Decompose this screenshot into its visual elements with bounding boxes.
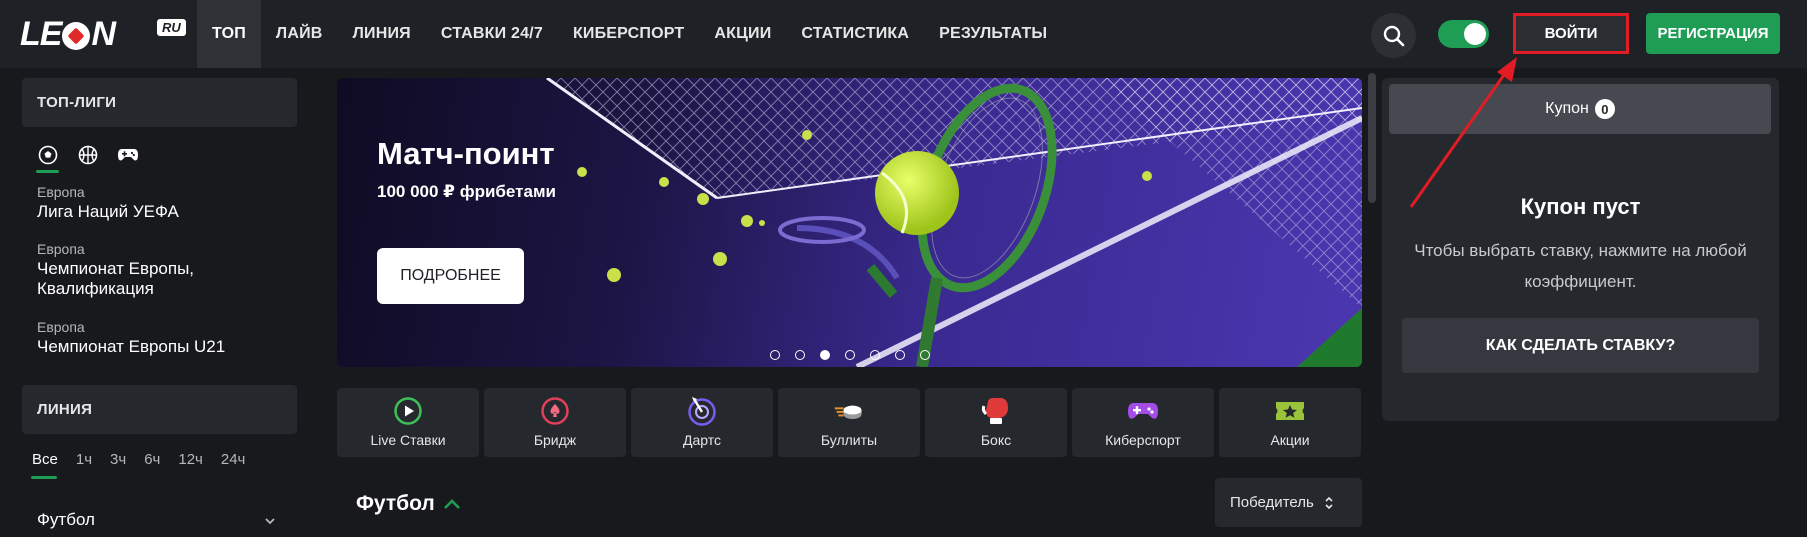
time-filter-indicator [31, 476, 57, 479]
time-filter-3h[interactable]: 3ч [109, 449, 127, 470]
carousel-dot[interactable] [870, 350, 880, 360]
carousel-dots [770, 350, 930, 360]
boxing-glove-icon [980, 395, 1012, 427]
league-region: Европа [37, 319, 85, 335]
chevron-down-icon [265, 518, 275, 525]
carousel-dot[interactable] [795, 350, 805, 360]
carousel-dot[interactable] [770, 350, 780, 360]
category-tiles: Live Ставки Бридж Дартс Буллиты Бокс Киб… [337, 388, 1361, 457]
carousel-dot[interactable] [845, 350, 855, 360]
coupon-panel: Купон 0 Купон пуст Чтобы выбрать ставку,… [1382, 78, 1779, 421]
league-name-line-2: Квалификация [37, 279, 154, 298]
nav-results[interactable]: РЕЗУЛЬТАТЫ [924, 0, 1062, 68]
sport-row-football[interactable]: Футбол [37, 510, 277, 530]
scrollbar-thumb[interactable] [1368, 73, 1376, 203]
toggle-knob [1464, 23, 1486, 45]
logo-text-part-2: N [91, 14, 116, 53]
time-filter-12h[interactable]: 12ч [177, 449, 204, 470]
nav-statistics[interactable]: СТАТИСТИКА [786, 0, 924, 68]
banner-title: Матч-поинт [377, 136, 555, 171]
search-icon [1383, 25, 1404, 46]
category-esports[interactable]: Киберспорт [1072, 388, 1214, 457]
leon-logo[interactable]: LE N RU [20, 14, 186, 54]
category-label: Бокс [980, 432, 1012, 448]
football-section-header[interactable]: Футбол [356, 492, 461, 516]
section-title: Футбол [356, 492, 435, 515]
football-icon[interactable] [36, 143, 60, 167]
category-live-bets[interactable]: Live Ставки [337, 388, 479, 457]
category-label: Буллиты [820, 432, 878, 448]
sport-tab-indicator [36, 170, 59, 173]
category-bridge[interactable]: Бридж [484, 388, 626, 457]
search-button[interactable] [1371, 13, 1416, 58]
spade-icon [539, 395, 571, 427]
time-filter-1h[interactable]: 1ч [75, 449, 93, 470]
time-filter-all[interactable]: Все [31, 449, 59, 470]
how-to-bet-button[interactable]: КАК СДЕЛАТЬ СТАВКУ? [1402, 318, 1759, 373]
logo-ru-badge: RU [157, 19, 186, 36]
category-promotions[interactable]: Акции [1219, 388, 1361, 457]
category-label: Дартс [682, 432, 721, 448]
esports-gamepad-icon[interactable] [116, 143, 140, 167]
basketball-icon[interactable] [76, 143, 100, 167]
carousel-dot[interactable] [895, 350, 905, 360]
time-filter-6h[interactable]: 6ч [143, 449, 161, 470]
coupon-tab-label: Купон [1545, 100, 1589, 117]
banner-subtitle: 100 000 ₽ фрибетами [377, 182, 556, 201]
banner-more-button[interactable]: ПОДРОБНЕЕ [377, 248, 524, 304]
league-item-euro-qualification[interactable]: Европа Чемпионат Европы, Квалификация [37, 241, 194, 299]
league-item-nations-league[interactable]: Европа Лига Наций УЕФА [37, 184, 179, 222]
category-darts[interactable]: Дартс [631, 388, 773, 457]
league-region: Европа [37, 241, 85, 257]
time-filters: Все 1ч 3ч 6ч 12ч 24ч [31, 449, 246, 470]
nav-bets-247[interactable]: СТАВКИ 24/7 [426, 0, 558, 68]
logo-text-part-1: LE [20, 14, 62, 53]
category-boxing[interactable]: Бокс [925, 388, 1067, 457]
league-item-euro-u21[interactable]: Европа Чемпионат Европы U21 [37, 319, 225, 357]
top-header: LE N RU ТОП ЛАЙВ ЛИНИЯ СТАВКИ 24/7 КИБЕРС… [0, 0, 1807, 68]
dartboard-icon [686, 395, 718, 427]
carousel-dot[interactable] [920, 350, 930, 360]
top-leagues-header[interactable]: ТОП-ЛИГИ [22, 78, 297, 127]
coupon-tab[interactable]: Купон 0 [1389, 84, 1771, 134]
theme-toggle[interactable] [1438, 20, 1489, 48]
line-header[interactable]: ЛИНИЯ [22, 385, 297, 434]
gamepad-icon [1127, 395, 1159, 427]
register-button[interactable]: РЕГИСТРАЦИЯ [1646, 13, 1780, 54]
league-name: Лига Наций УЕФА [37, 202, 179, 221]
league-name: Чемпионат Европы, [37, 259, 195, 278]
nav-top[interactable]: ТОП [197, 0, 261, 68]
coupon-empty-title: Купон пуст [1520, 194, 1641, 219]
market-select[interactable]: Победитель [1215, 478, 1362, 527]
coupon-empty-hint: Чтобы выбрать ставку, нажмите на любой к… [1414, 241, 1747, 291]
live-play-icon [392, 395, 424, 427]
hockey-puck-icon [833, 395, 865, 427]
ticket-star-icon [1274, 395, 1306, 427]
chevron-up-icon [443, 499, 460, 509]
sport-icons-row [36, 143, 140, 167]
category-shootouts[interactable]: Буллиты [778, 388, 920, 457]
category-label: Акции [1270, 432, 1310, 448]
coupon-count-badge: 0 [1594, 99, 1615, 119]
time-filter-24h[interactable]: 24ч [220, 449, 247, 470]
nav-promotions[interactable]: АКЦИИ [699, 0, 786, 68]
nav-live[interactable]: ЛАЙВ [261, 0, 338, 68]
category-label: Бридж [533, 432, 577, 448]
carousel-dot-active[interactable] [820, 350, 830, 360]
logo-ball-icon [62, 22, 91, 50]
promo-banner[interactable]: Матч-поинт 100 000 ₽ фрибетами ПОДРОБНЕЕ [337, 78, 1362, 367]
category-label: Киберспорт [1105, 432, 1181, 448]
category-label: Live Ставки [370, 432, 446, 448]
sport-row-label: Футбол [37, 510, 95, 529]
nav-line[interactable]: ЛИНИЯ [338, 0, 426, 68]
market-select-value: Победитель [1230, 494, 1314, 511]
login-button[interactable]: ВОЙТИ [1513, 13, 1629, 54]
main-nav: ТОП ЛАЙВ ЛИНИЯ СТАВКИ 24/7 КИБЕРСПОРТ АК… [197, 0, 1062, 68]
nav-esports[interactable]: КИБЕРСПОРТ [558, 0, 699, 68]
league-region: Европа [37, 184, 85, 200]
sort-updown-icon [1325, 496, 1333, 509]
tennis-court-illustration [546, 78, 1362, 367]
league-name: Чемпионат Европы U21 [37, 337, 226, 356]
